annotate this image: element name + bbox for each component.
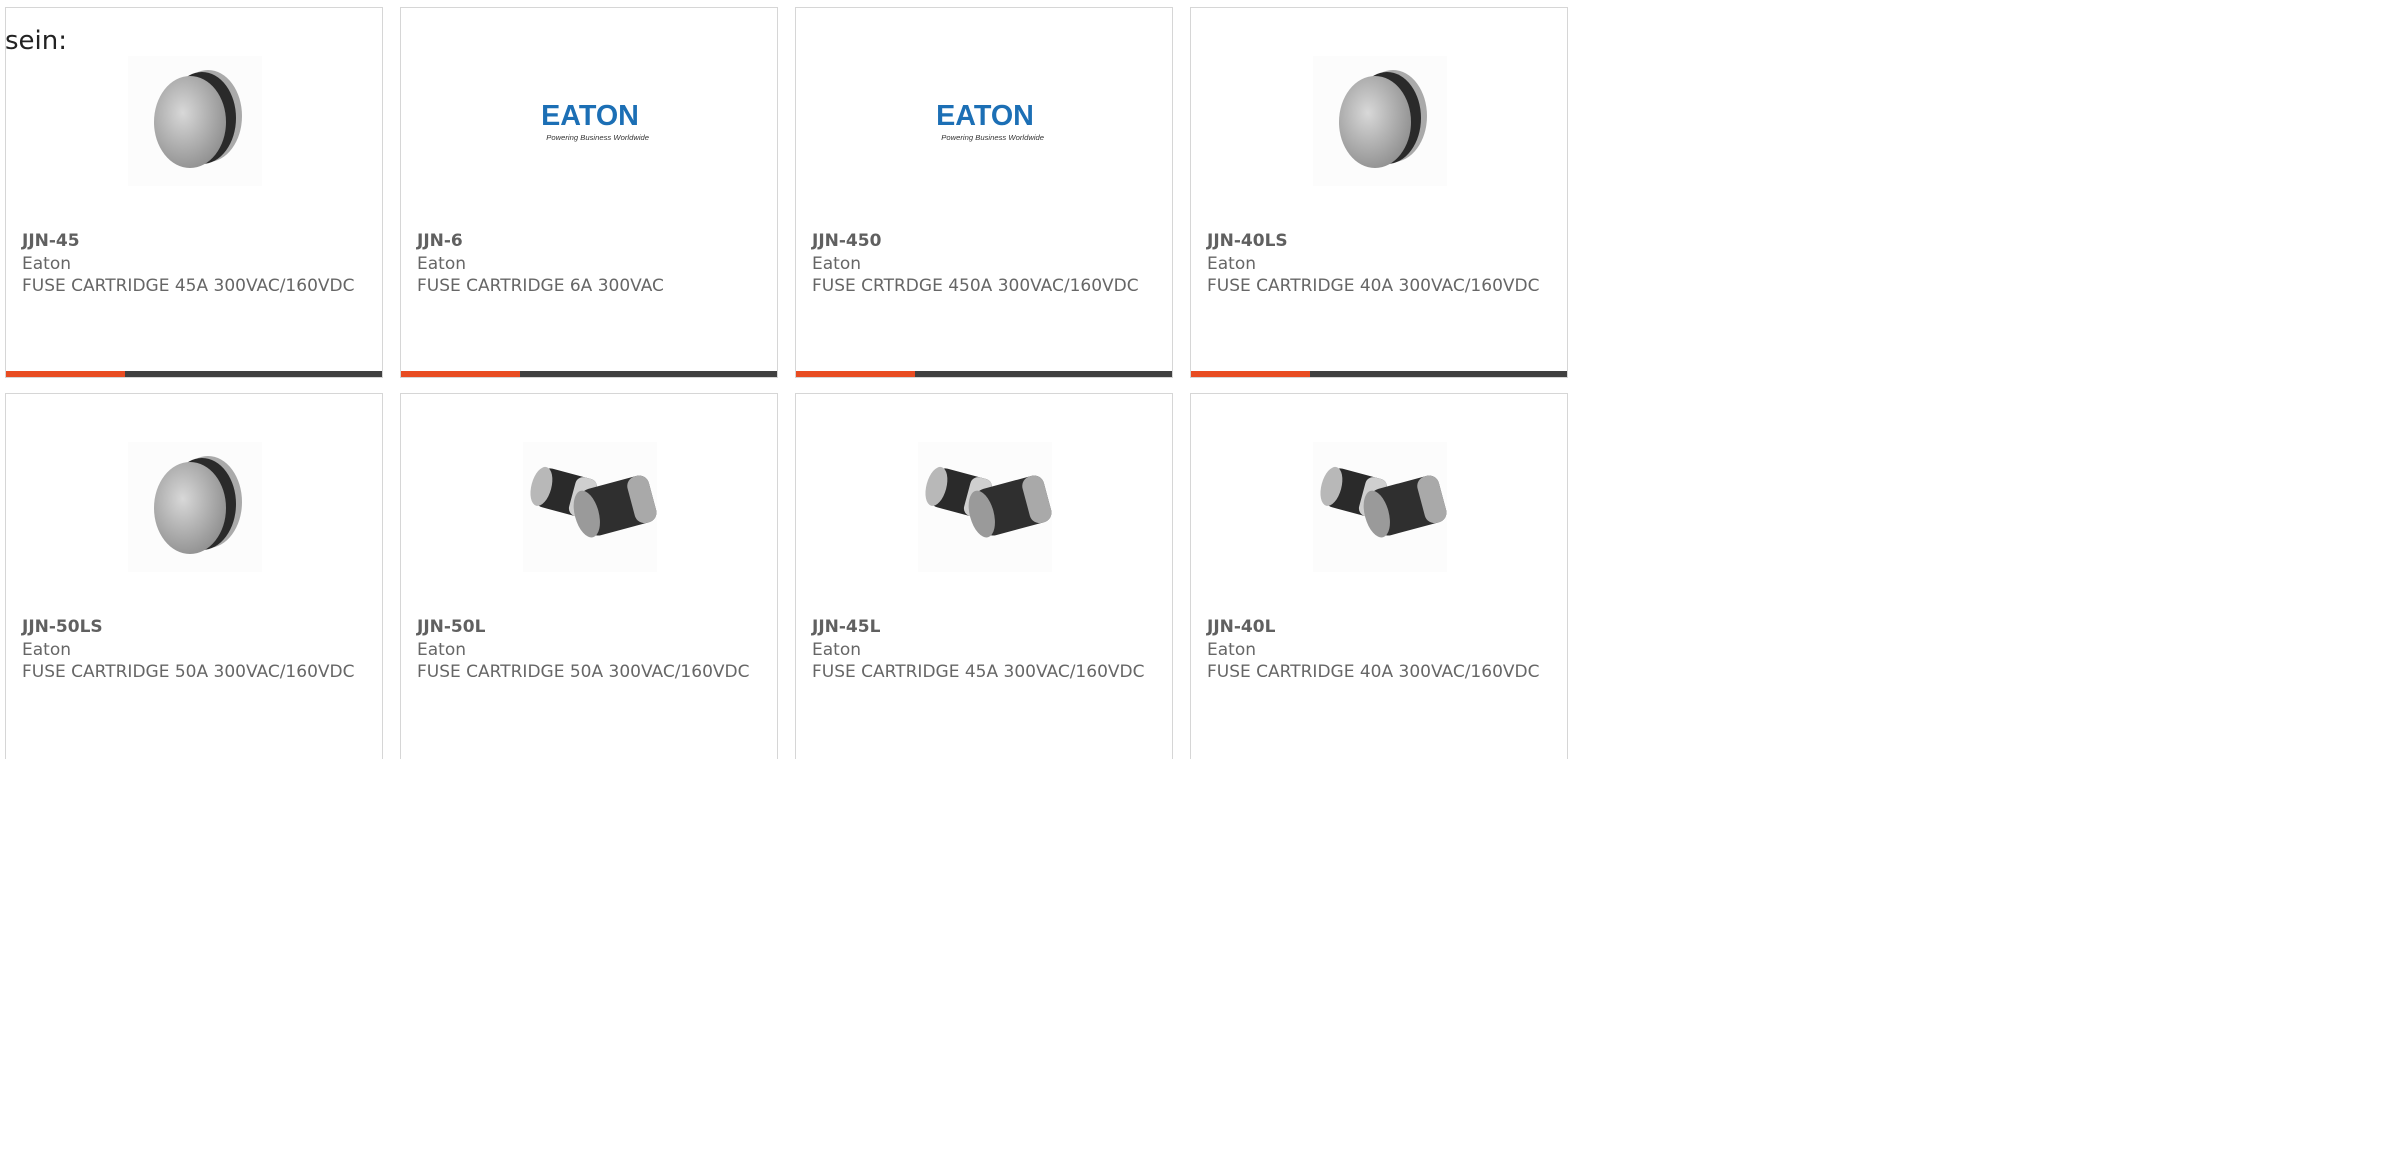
description: FUSE CARTRIDGE 40A 300VAC/160VDC xyxy=(1207,662,1540,682)
product-card[interactable]: JJN-40LS Eaton FUSE CARTRIDGE 40A 300VAC… xyxy=(1190,7,1568,378)
manufacturer: Eaton xyxy=(1207,253,1256,274)
part-number[interactable]: JJN-45L xyxy=(812,616,1152,639)
description: FUSE CARTRIDGE 50A 300VAC/160VDC xyxy=(22,662,355,682)
part-number[interactable]: JJN-450 xyxy=(812,230,1152,253)
puck-fuse-icon xyxy=(154,70,242,168)
description: FUSE CARTRIDGE 6A 300VAC xyxy=(417,276,664,296)
product-image[interactable] xyxy=(918,442,1052,572)
product-card[interactable]: JJN-40L Eaton FUSE CARTRIDGE 40A 300VAC/… xyxy=(1190,393,1568,759)
cylinder-fuse-icon xyxy=(530,466,657,538)
description: FUSE CARTRIDGE 50A 300VAC/160VDC xyxy=(417,662,750,682)
manufacturer: Eaton xyxy=(417,639,466,660)
product-image[interactable] xyxy=(523,442,657,572)
product-image[interactable] xyxy=(128,56,262,186)
card-bottom-bar xyxy=(1191,371,1567,377)
product-image[interactable] xyxy=(128,442,262,572)
product-grid-page: sein: JJN-45 Eaton FUSE CARTRIDGE 45A 30… xyxy=(0,0,1568,759)
eaton-logo-icon: EATON Powering Business Worldwide xyxy=(541,100,649,142)
description: FUSE CRTRDGE 450A 300VAC/160VDC xyxy=(812,276,1139,296)
eaton-logo-icon: EATON Powering Business Worldwide xyxy=(936,100,1044,142)
part-number[interactable]: JJN-6 xyxy=(417,230,757,253)
description: FUSE CARTRIDGE 45A 300VAC/160VDC xyxy=(812,662,1145,682)
part-number[interactable]: JJN-45 xyxy=(22,230,362,253)
description: FUSE CARTRIDGE 45A 300VAC/160VDC xyxy=(22,276,355,296)
svg-text:Powering Business Worldwide: Powering Business Worldwide xyxy=(941,133,1044,142)
svg-text:EATON: EATON xyxy=(936,100,1034,132)
card-bottom-bar xyxy=(796,371,1172,377)
description: FUSE CARTRIDGE 40A 300VAC/160VDC xyxy=(1207,276,1540,296)
cylinder-fuse-icon xyxy=(1320,466,1447,538)
puck-fuse-icon xyxy=(1339,70,1427,168)
product-card[interactable]: JJN-45L Eaton FUSE CARTRIDGE 45A 300VAC/… xyxy=(795,393,1173,759)
part-number[interactable]: JJN-50L xyxy=(417,616,757,639)
part-number[interactable]: JJN-40L xyxy=(1207,616,1547,639)
product-card[interactable]: EATON Powering Business Worldwide JJN-6 … xyxy=(400,7,778,378)
product-card[interactable]: EATON Powering Business Worldwide JJN-45… xyxy=(795,7,1173,378)
manufacturer: Eaton xyxy=(22,253,71,274)
card-bottom-bar xyxy=(401,371,777,377)
product-card[interactable]: JJN-45 Eaton FUSE CARTRIDGE 45A 300VAC/1… xyxy=(5,7,383,378)
part-number[interactable]: JJN-40LS xyxy=(1207,230,1547,253)
product-image[interactable] xyxy=(1313,56,1447,186)
intro-text: sein: xyxy=(5,26,68,56)
manufacturer: Eaton xyxy=(22,639,71,660)
product-image[interactable]: EATON Powering Business Worldwide xyxy=(918,56,1052,186)
puck-fuse-icon xyxy=(154,456,242,554)
product-card[interactable]: JJN-50LS Eaton FUSE CARTRIDGE 50A 300VAC… xyxy=(5,393,383,759)
product-card[interactable]: JJN-50L Eaton FUSE CARTRIDGE 50A 300VAC/… xyxy=(400,393,778,759)
manufacturer: Eaton xyxy=(812,639,861,660)
product-image[interactable] xyxy=(1313,442,1447,572)
card-bottom-bar xyxy=(6,371,382,377)
manufacturer: Eaton xyxy=(417,253,466,274)
part-number[interactable]: JJN-50LS xyxy=(22,616,362,639)
svg-text:Powering Business Worldwide: Powering Business Worldwide xyxy=(546,133,649,142)
manufacturer: Eaton xyxy=(1207,639,1256,660)
manufacturer: Eaton xyxy=(812,253,861,274)
cylinder-fuse-icon xyxy=(925,466,1052,538)
svg-text:EATON: EATON xyxy=(541,100,639,132)
product-image[interactable]: EATON Powering Business Worldwide xyxy=(523,56,657,186)
